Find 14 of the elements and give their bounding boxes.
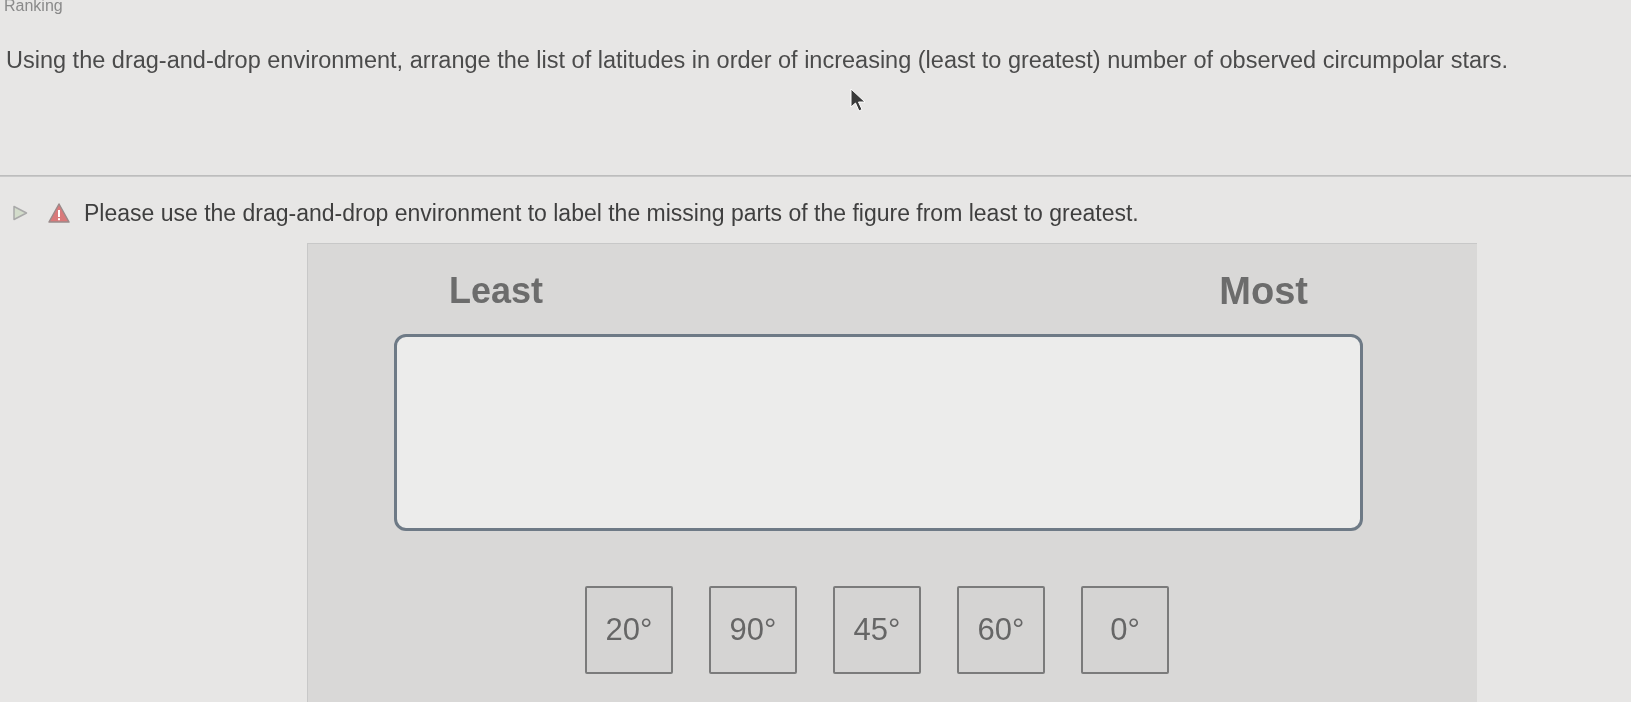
latitude-tile[interactable]: 45° (833, 586, 921, 674)
latitude-tile[interactable]: 0° (1081, 586, 1169, 674)
hint-text: Please use the drag-and-drop environment to label the missing parts of the figure from least to greatest. (84, 199, 1139, 227)
latitude-tile[interactable]: 20° (585, 586, 673, 674)
latitude-tile[interactable]: 60° (957, 586, 1045, 674)
least-label: Least (449, 270, 544, 312)
cursor-icon (850, 88, 867, 112)
question-text: Using the drag-and-drop environment, arrange the list of latitudes in order of increasing (least to greatest) number of observed circumpolar stars. (6, 47, 1509, 73)
drop-zone[interactable] (394, 334, 1363, 531)
section-heading: Ranking (4, 0, 63, 12)
most-label: Most (1219, 270, 1308, 312)
expand-toggle-icon[interactable] (12, 205, 28, 221)
warning-icon (48, 203, 70, 223)
latitude-tile[interactable]: 90° (709, 586, 797, 674)
